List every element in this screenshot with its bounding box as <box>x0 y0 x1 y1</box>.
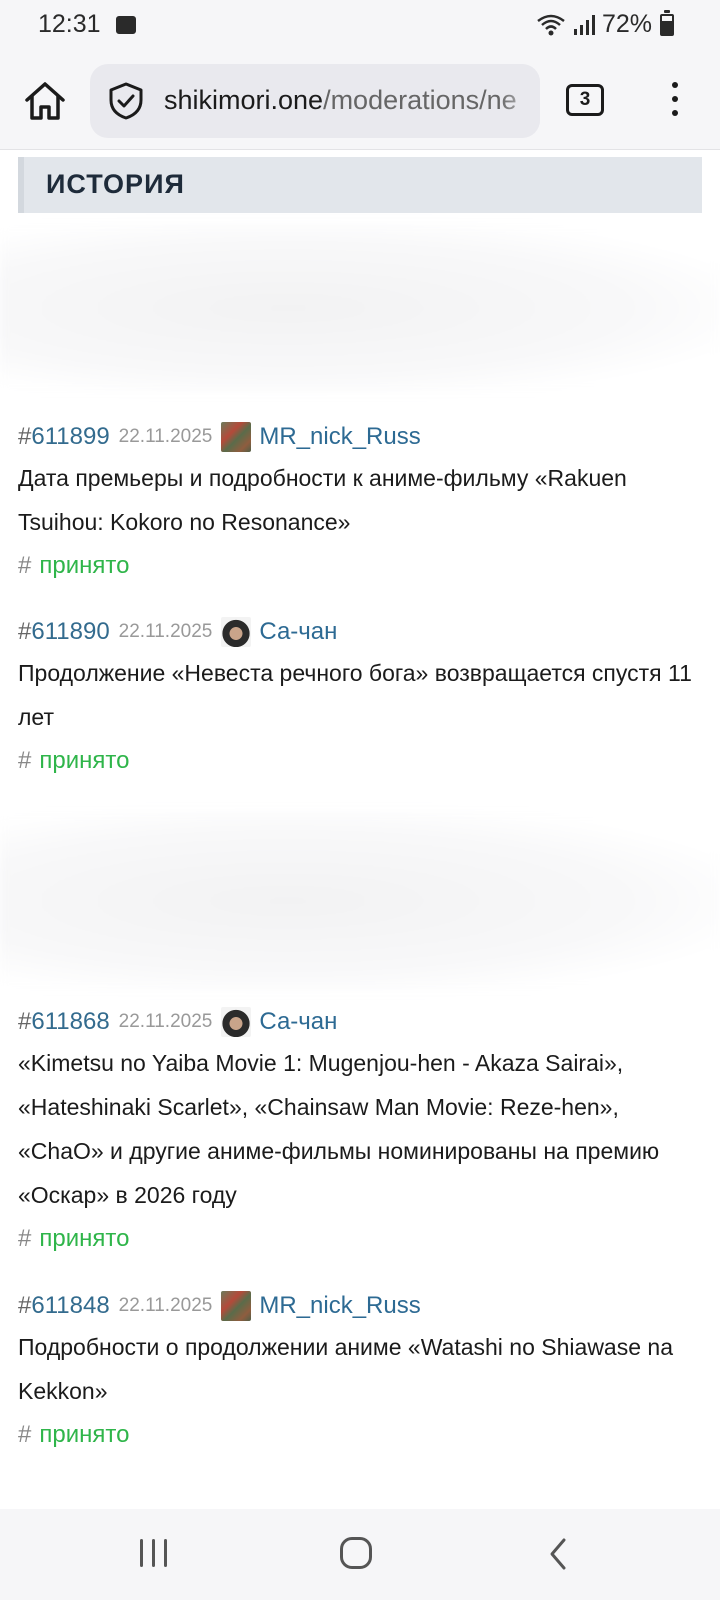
entry-status: # принято <box>18 739 702 783</box>
battery-icon <box>660 9 674 36</box>
nav-home-icon[interactable] <box>340 1537 372 1569</box>
status-bar: 12:31 72% <box>0 0 720 52</box>
list-item: # 611890 22.11.2025 Са-чан Продолжение «… <box>18 614 702 783</box>
entry-status: # принято <box>18 544 702 588</box>
entry-date: 22.11.2025 <box>118 621 213 642</box>
signal-icon <box>573 14 595 35</box>
entry-id-link[interactable]: 611890 <box>31 618 109 646</box>
entry-id-link[interactable]: 611868 <box>31 1008 109 1036</box>
list-item: # 611899 22.11.2025 MR_nick_Russ Дата пр… <box>18 419 702 588</box>
recents-icon[interactable] <box>140 1539 170 1567</box>
entry-date: 22.11.2025 <box>118 1295 213 1316</box>
entry-id-link[interactable]: 611848 <box>31 1292 109 1320</box>
entry-hash: # <box>18 423 32 450</box>
status-hash[interactable]: # <box>18 1225 31 1253</box>
entry-hash: # <box>18 1008 32 1035</box>
back-icon[interactable] <box>548 1537 568 1571</box>
entry-user-link[interactable]: Са-чан <box>259 618 337 646</box>
avatar[interactable] <box>221 1291 252 1321</box>
entry-title-link[interactable]: «Kimetsu no Yaiba Movie 1: Mugenjou-hen … <box>18 1041 702 1217</box>
more-menu-icon[interactable] <box>660 82 690 120</box>
entry-hash: # <box>18 1292 32 1319</box>
list-item: # 611848 22.11.2025 MR_nick_Russ Подробн… <box>18 1288 702 1457</box>
tab-switcher-button[interactable]: 3 <box>566 84 604 116</box>
status-indicators: 72% <box>536 9 674 39</box>
status-time: 12:31 <box>38 10 101 38</box>
page-content: ИСТОРИЯ # 611899 22.11.2025 MR_nick_Russ… <box>0 151 720 1509</box>
entry-meta: # 611890 22.11.2025 Са-чан <box>18 614 702 650</box>
section-header: ИСТОРИЯ <box>18 157 702 213</box>
image-icon <box>116 16 136 34</box>
entry-date: 22.11.2025 <box>118 426 213 447</box>
url-domain: shikimori.one <box>164 85 324 115</box>
url-text[interactable]: shikimori.one/moderations/ne <box>164 85 517 116</box>
redacted-entry <box>0 223 720 393</box>
entry-user-link[interactable]: MR_nick_Russ <box>259 1292 420 1320</box>
avatar[interactable] <box>221 422 252 452</box>
avatar[interactable] <box>221 1007 252 1037</box>
avatar[interactable] <box>221 617 252 647</box>
entry-id-link[interactable]: 611899 <box>31 423 109 451</box>
status-hash[interactable]: # <box>18 747 31 775</box>
battery-percent: 72% <box>601 10 652 38</box>
status-hash[interactable]: # <box>18 552 31 580</box>
entry-title-link[interactable]: Дата премьеры и подробности к аниме-филь… <box>18 456 702 544</box>
entry-hash: # <box>18 618 32 645</box>
shield-icon[interactable] <box>108 82 144 120</box>
system-nav-bar <box>0 1509 720 1600</box>
list-item: # 611868 22.11.2025 Са-чан «Kimetsu no Y… <box>18 1004 702 1261</box>
section-title: ИСТОРИЯ <box>46 169 185 199</box>
status-hash[interactable]: # <box>18 1421 31 1449</box>
wifi-icon <box>537 14 565 35</box>
entry-title-link[interactable]: Продолжение «Невеста речного бога» возвр… <box>18 651 702 739</box>
browser-toolbar: shikimori.one/moderations/ne 3 <box>0 52 720 150</box>
entry-status: # принято <box>18 1413 702 1457</box>
entry-meta: # 611868 22.11.2025 Са-чан <box>18 1004 702 1040</box>
url-fade <box>500 64 540 138</box>
url-bar[interactable]: shikimori.one/moderations/ne <box>90 64 540 138</box>
entry-title-link[interactable]: Подробности о продолжении аниме «Watashi… <box>18 1325 702 1413</box>
entry-date: 22.11.2025 <box>118 1011 213 1032</box>
entry-meta: # 611848 22.11.2025 MR_nick_Russ <box>18 1288 702 1324</box>
status-accepted: принято <box>39 747 130 774</box>
url-path: /moderations/ne <box>323 85 517 115</box>
home-icon[interactable] <box>22 78 68 124</box>
status-accepted: принято <box>39 552 130 579</box>
entry-user-link[interactable]: Са-чан <box>259 1008 337 1036</box>
status-accepted: принято <box>39 1225 130 1252</box>
redacted-entry <box>0 811 720 991</box>
entry-status: # принято <box>18 1217 702 1261</box>
entry-user-link[interactable]: MR_nick_Russ <box>259 423 420 451</box>
status-accepted: принято <box>39 1421 130 1448</box>
entry-meta: # 611899 22.11.2025 MR_nick_Russ <box>18 419 702 455</box>
